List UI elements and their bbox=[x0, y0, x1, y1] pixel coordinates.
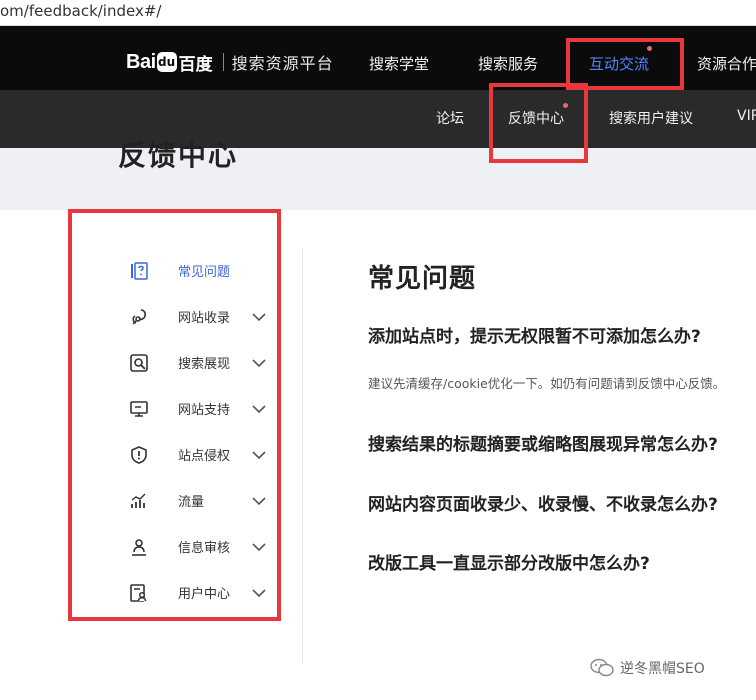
shield-icon bbox=[128, 444, 150, 466]
faq-icon bbox=[128, 260, 150, 282]
logo-cn-text: 百度 bbox=[178, 54, 213, 75]
sidebar-item-infringement[interactable]: 站点侵权 bbox=[128, 443, 273, 467]
faq-question[interactable]: 网站内容页面收录少、收录慢、不收录怎么办? bbox=[368, 490, 718, 515]
logo-text: Bai bbox=[126, 50, 156, 73]
subnav-item-user-suggestions[interactable]: 搜索用户建议 bbox=[609, 108, 693, 128]
page-title: 反馈中心 bbox=[118, 139, 239, 172]
faq-question[interactable]: 搜索结果的标题摘要或缩略图展现异常怎么办? bbox=[368, 430, 718, 455]
watermark-text: 逆冬黑帽SEO bbox=[620, 661, 705, 677]
chevron-down-icon[interactable] bbox=[250, 308, 268, 326]
nav-item-cooperation[interactable]: 资源合作 bbox=[697, 53, 756, 74]
sidebar-item-user-center[interactable]: 用户中心 bbox=[128, 581, 273, 605]
faq-answer: 建议先清缓存/cookie优化一下。如仍有问题请到反馈中心反馈。 bbox=[368, 376, 726, 391]
sidebar-item-label: 站点侵权 bbox=[178, 449, 231, 464]
faq-question[interactable]: 添加站点时，提示无权限暂不可添加怎么办? bbox=[368, 322, 701, 347]
chevron-down-icon[interactable] bbox=[250, 400, 268, 418]
chevron-down-icon[interactable] bbox=[250, 538, 268, 556]
nav-item-learning[interactable]: 搜索学堂 bbox=[369, 53, 429, 74]
chevron-down-icon[interactable] bbox=[250, 584, 268, 602]
chart-icon bbox=[128, 490, 150, 512]
monitor-icon bbox=[128, 398, 150, 420]
wechat-icon bbox=[590, 658, 614, 677]
sidebar-divider bbox=[302, 248, 303, 664]
subnav-item-forum[interactable]: 论坛 bbox=[436, 108, 464, 128]
section-title: 常见问题 bbox=[368, 264, 477, 294]
chevron-down-icon[interactable] bbox=[250, 492, 268, 510]
sidebar-item-search-display[interactable]: 搜索展现 bbox=[128, 351, 273, 375]
highlight-box-feedback bbox=[489, 83, 588, 163]
logo-paw-mark: du bbox=[156, 52, 177, 72]
sidebar-item-traffic[interactable]: 流量 bbox=[128, 489, 273, 513]
sidebar-item-faq[interactable]: 常见问题 bbox=[128, 259, 273, 283]
chevron-down-icon[interactable] bbox=[250, 354, 268, 372]
sidebar-item-label: 搜索展现 bbox=[178, 357, 231, 372]
sidebar-item-site-support[interactable]: 网站支持 bbox=[128, 397, 273, 421]
sidebar-item-label: 信息审核 bbox=[178, 541, 231, 556]
sidebar-item-label: 常见问题 bbox=[178, 265, 231, 280]
page-hero bbox=[0, 148, 756, 210]
address-bar[interactable]: om/feedback/index#/ bbox=[0, 0, 756, 26]
person-review-icon bbox=[128, 536, 150, 558]
chevron-down-icon[interactable] bbox=[250, 446, 268, 464]
sidebar-item-label: 流量 bbox=[178, 495, 205, 510]
nav-item-services[interactable]: 搜索服务 bbox=[478, 53, 538, 74]
baidu-logo[interactable]: Bai du 百度 搜索资源平台 bbox=[126, 50, 334, 75]
sidebar-item-label: 网站支持 bbox=[178, 403, 231, 418]
search-display-icon bbox=[128, 352, 150, 374]
index-icon bbox=[128, 306, 150, 328]
logo-divider bbox=[222, 53, 224, 71]
subnav-item-vip[interactable]: VIP bbox=[737, 108, 756, 124]
user-center-icon bbox=[128, 582, 150, 604]
watermark: 逆冬黑帽SEO bbox=[590, 658, 705, 678]
sidebar-item-review[interactable]: 信息审核 bbox=[128, 535, 273, 559]
faq-question[interactable]: 改版工具一直显示部分改版中怎么办? bbox=[368, 549, 650, 574]
sidebar-item-indexing[interactable]: 网站收录 bbox=[128, 305, 273, 329]
url-text: om/feedback/index#/ bbox=[0, 2, 162, 20]
sidebar-item-label: 用户中心 bbox=[178, 587, 231, 602]
sidebar-item-label: 网站收录 bbox=[178, 311, 231, 326]
platform-name: 搜索资源平台 bbox=[231, 54, 334, 73]
